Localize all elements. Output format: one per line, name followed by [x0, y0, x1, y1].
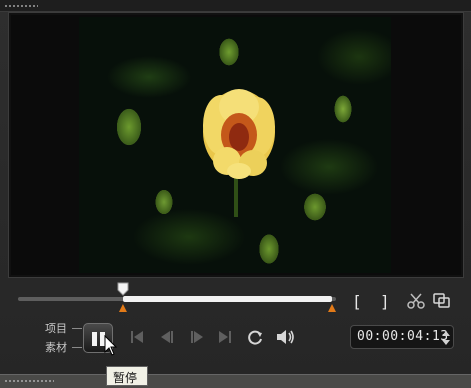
volume-icon[interactable] [274, 326, 296, 348]
timeline-scrubber[interactable] [18, 282, 338, 312]
project-mode-connector [72, 328, 82, 329]
trim-in-marker[interactable] [118, 304, 127, 312]
timecode-value[interactable]: 00:00:04:13 [357, 329, 449, 344]
copy-icon[interactable] [432, 292, 452, 310]
trim-range-bar[interactable] [122, 296, 332, 302]
mouse-cursor-icon [104, 335, 118, 356]
clip-mode-connector [72, 347, 82, 348]
preview-window-frame [8, 12, 464, 278]
video-frame [79, 17, 391, 273]
next-frame-icon[interactable] [186, 326, 208, 348]
preview-window [11, 15, 461, 275]
mark-out-button[interactable]: ] [380, 292, 390, 311]
timecode-field[interactable]: 00:00:04:13 [350, 325, 454, 349]
player-panel: [ ] 项目 素材 00:00:04:13 暂停 [0, 0, 471, 388]
yellow-flower-image [203, 89, 275, 179]
drag-grip-icon[interactable] [4, 4, 38, 8]
panel-title-bar[interactable] [0, 0, 471, 12]
project-mode-label[interactable]: 项目 [45, 320, 67, 336]
clip-mode-label[interactable]: 素材 [45, 339, 67, 355]
chevron-up-icon [442, 331, 450, 336]
go-to-start-icon[interactable] [126, 326, 148, 348]
scissors-icon[interactable] [406, 292, 426, 310]
play-pause-tooltip: 暂停 [106, 366, 148, 386]
timecode-spinner[interactable] [440, 328, 452, 348]
mark-in-button[interactable]: [ [352, 292, 362, 311]
playhead-handle[interactable] [117, 282, 129, 296]
bottom-panel-bar[interactable] [0, 374, 471, 388]
drag-grip-icon[interactable] [4, 379, 54, 383]
go-to-end-icon[interactable] [214, 326, 236, 348]
chevron-down-icon [442, 340, 450, 345]
previous-frame-icon[interactable] [156, 326, 178, 348]
tooltip-text: 暂停 [113, 371, 138, 385]
pause-icon [92, 332, 97, 346]
repeat-icon[interactable] [244, 326, 266, 348]
trim-out-marker[interactable] [328, 304, 336, 312]
